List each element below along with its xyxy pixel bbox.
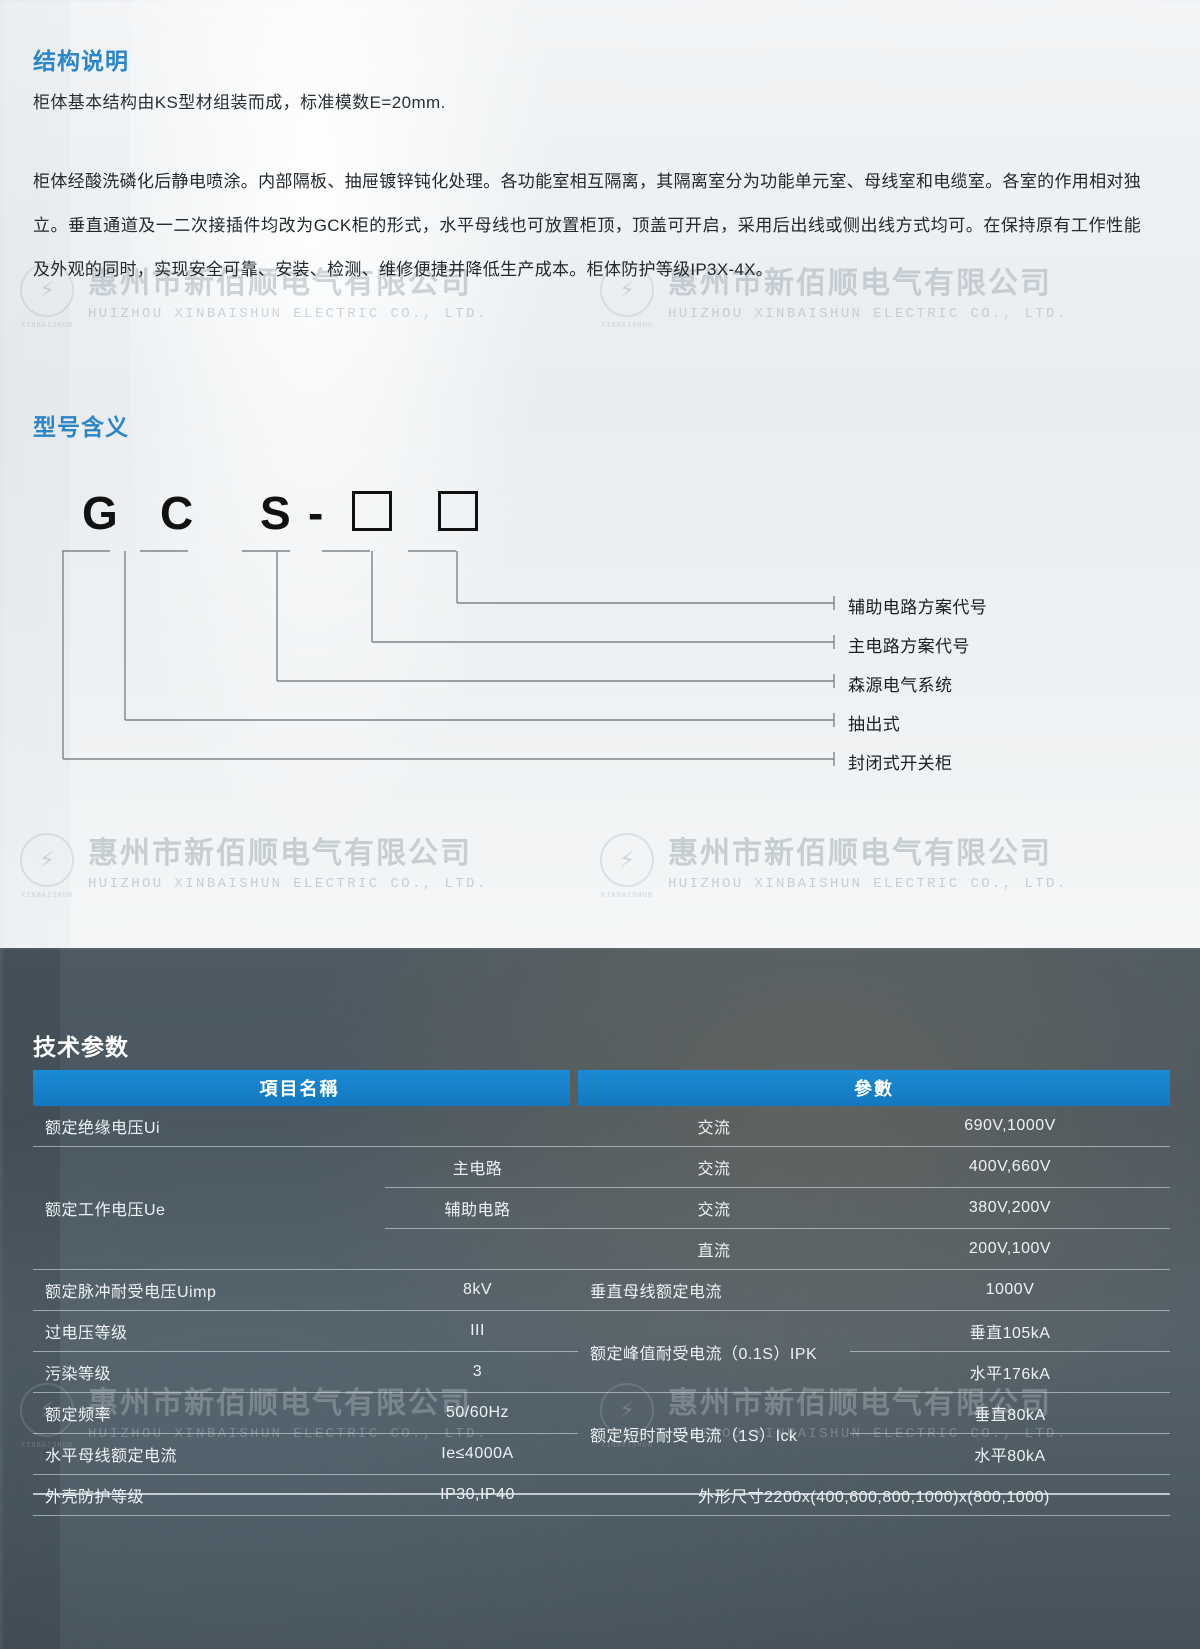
cell-value: 690V,1000V (850, 1106, 1170, 1147)
cell-type: 交流 (578, 1106, 850, 1147)
table-row: 额定工作电压Ue 主电路 交流 400V,660V (33, 1146, 1170, 1270)
tech-params-table: 項目名稱 參數 额定绝缘电压Ui 交流 690V,1000V 额定工作电压Ue … (33, 1070, 1170, 1516)
cell-right-value: 垂直105kA (850, 1310, 1170, 1352)
model-heading: 型号含义 (33, 414, 129, 440)
cell-gap (570, 1228, 578, 1270)
cell-item: 额定脉冲耐受电压Uimp (33, 1269, 385, 1311)
table-row: 过电压等级 III 额定峰值耐受电流（0.1S）IPK 垂直105kA (33, 1310, 1170, 1393)
cell-type: 50/60Hz (385, 1392, 570, 1434)
structure-section: ⚡ XINBAISHUN 惠州市新佰顺电气有限公司 HUIZHOU XINBAI… (0, 0, 1200, 948)
cell-type: 交流 (578, 1187, 850, 1229)
cell-sub: 辅助电路 (385, 1187, 570, 1229)
table-row: 额定绝缘电压Ui 交流 690V,1000V (33, 1106, 1170, 1147)
model-legend-aux-circuit: 辅助电路方案代号 (848, 598, 988, 617)
cell-value: 380V,200V (850, 1187, 1170, 1229)
structure-heading: 结构说明 (33, 48, 129, 74)
cell-item: 污染等级 (33, 1351, 385, 1393)
cell-gap (570, 1106, 578, 1147)
model-legend-main-circuit: 主电路方案代号 (848, 637, 970, 656)
cell-gap (570, 1474, 578, 1516)
tech-params-heading: 技术参数 (33, 1034, 129, 1060)
table-row: 额定频率 50/60Hz 额定短时耐受电流（1S）Ick 垂直80kA (33, 1392, 1170, 1475)
cell-type: III (385, 1310, 570, 1352)
cell-item: 外壳防护等级 (33, 1474, 385, 1516)
cell-gap (570, 1310, 578, 1352)
table-row: 外壳防护等级 IP30,IP40 外形尺寸2200x(400,600,800,1… (33, 1474, 1170, 1516)
cell-right-value: 垂直80kA (850, 1392, 1170, 1434)
cell-value: 400V,660V (850, 1146, 1170, 1188)
structure-intro: 柜体基本结构由KS型材组装而成，标准模数E=20mm. (33, 93, 446, 112)
cell-type: Ie≤4000A (385, 1433, 570, 1475)
cell-gap (570, 1187, 578, 1229)
cell-item: 额定绝缘电压Ui (33, 1106, 570, 1147)
cell-item: 水平母线额定电流 (33, 1433, 385, 1475)
cell-gap (570, 1392, 578, 1434)
cell-item: 额定频率 (33, 1392, 385, 1434)
cell-right-value: 外形尺寸2200x(400,600,800,1000)x(800,1000) (578, 1474, 1170, 1516)
catalog-page: ⚡ XINBAISHUN 惠州市新佰顺电气有限公司 HUIZHOU XINBAI… (0, 0, 1200, 1649)
col-header-params: 參數 (578, 1070, 1170, 1106)
cell-type: 8kV (385, 1269, 570, 1311)
cell-right-item: 额定峰值耐受电流（0.1S）IPK (578, 1310, 850, 1393)
cell-item: 额定工作电压Ue (33, 1146, 385, 1270)
cell-sub: 主电路 (385, 1146, 570, 1188)
table-header-row: 項目名稱 參數 (33, 1070, 1170, 1106)
model-legend-withdrawable: 抽出式 (848, 715, 901, 734)
cell-sub (385, 1228, 570, 1270)
cell-gap (570, 1269, 578, 1311)
cell-type: 直流 (578, 1228, 850, 1270)
cell-right-value: 水平80kA (850, 1433, 1170, 1475)
cell-gap (570, 1146, 578, 1188)
cell-right-value: 水平176kA (850, 1351, 1170, 1393)
model-legend-enclosed-switchgear: 封闭式开关柜 (848, 754, 953, 773)
structure-body: 柜体经酸洗磷化后静电喷涂。内部隔板、抽屉镀锌钝化处理。各功能室相互隔离，其隔离室… (33, 172, 1141, 279)
cell-right-item: 额定短时耐受电流（1S）Ick (578, 1392, 850, 1475)
model-legend-electrical-system: 森源电气系统 (848, 676, 953, 695)
cell-right-value: 1000V (850, 1269, 1170, 1311)
cell-gap (570, 1433, 578, 1475)
cell-gap (570, 1351, 578, 1393)
table-bottom-rule (33, 1493, 1170, 1495)
leader-lines (62, 550, 835, 766)
cell-value: 200V,100V (850, 1228, 1170, 1270)
cell-right-item: 垂直母线额定电流 (578, 1269, 850, 1311)
cell-type: IP30,IP40 (385, 1474, 570, 1516)
model-designation-diagram: G C S - 辅助电路方案代号 主电路方案代号 森源电气系统 抽出式 封闭式开… (0, 455, 1200, 835)
cell-type: 交流 (578, 1146, 850, 1188)
header-gap (570, 1070, 578, 1106)
table-row: 额定脉冲耐受电压Uimp 8kV 垂直母线额定电流 1000V (33, 1269, 1170, 1311)
cell-item: 过电压等级 (33, 1310, 385, 1352)
cell-type: 3 (385, 1351, 570, 1393)
col-header-item: 項目名稱 (33, 1070, 570, 1106)
